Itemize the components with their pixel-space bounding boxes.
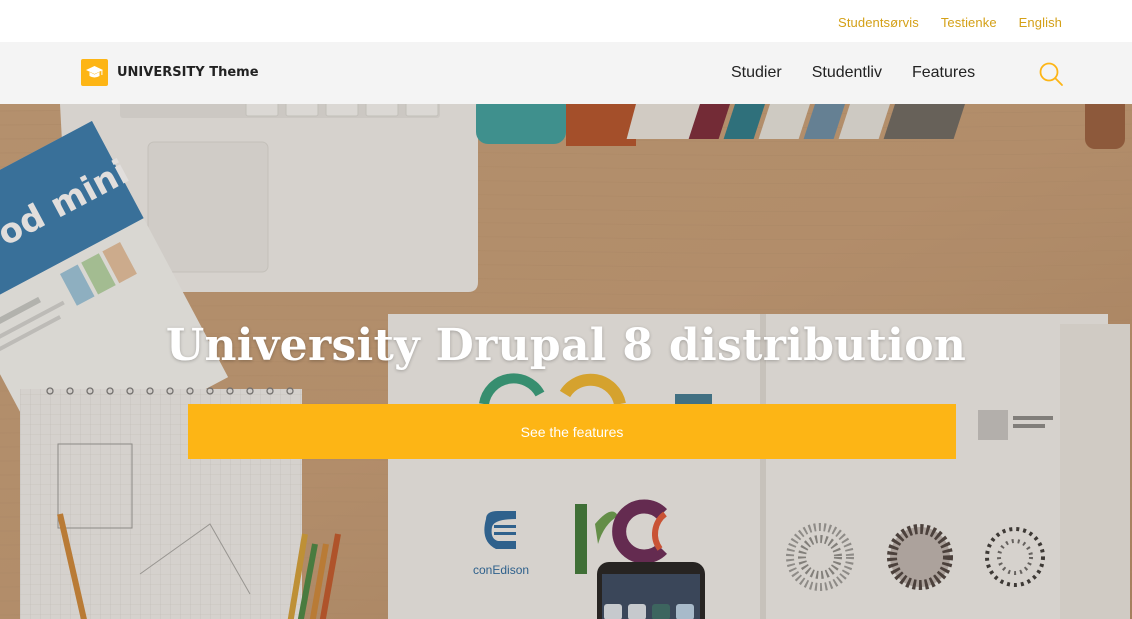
utility-link-english[interactable]: English (1019, 15, 1062, 30)
main-header: UNIVERSITY Theme Studier Studentliv Feat… (0, 42, 1132, 104)
utility-link-studentservice[interactable]: Studentsørvis (838, 15, 919, 30)
main-nav: Studier Studentliv Features (731, 64, 975, 82)
utility-links: Studentsørvis Testienke English (838, 15, 1062, 30)
utility-bar: Studentsørvis Testienke English (0, 0, 1132, 42)
logo-text: UNIVERSITY Theme (117, 65, 259, 80)
hero-section: Pod mini conEdison University Drupal 8 d… (0, 104, 1132, 619)
utility-link-testienke[interactable]: Testienke (941, 15, 997, 30)
nav-item-studentliv[interactable]: Studentliv (812, 64, 882, 82)
search-icon[interactable] (1038, 61, 1064, 87)
graduation-cap-icon (81, 59, 108, 86)
hero-title: University Drupal 8 distribution (165, 320, 967, 371)
nav-item-features[interactable]: Features (912, 64, 975, 82)
site-logo[interactable]: UNIVERSITY Theme (81, 59, 259, 86)
nav-item-studier[interactable]: Studier (731, 64, 782, 82)
see-features-button[interactable]: See the features (188, 404, 956, 459)
